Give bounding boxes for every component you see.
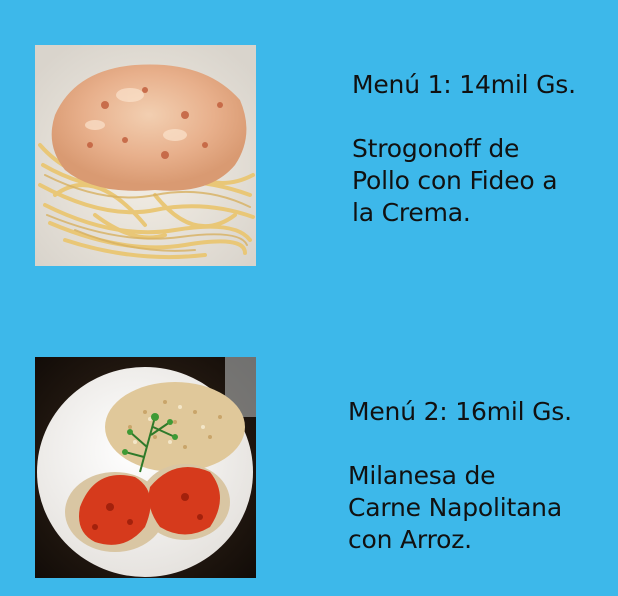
menu-2-description-line: Milanesa de: [348, 461, 496, 490]
menu-2-description-line: con Arroz.: [348, 525, 472, 554]
menu-1-price: Menú 1: 14mil Gs.: [352, 70, 576, 99]
milanesa-image: [35, 357, 256, 578]
menu-2-description: Milanesa de Carne Napolitana con Arroz.: [348, 460, 613, 556]
spaghetti-image: [35, 45, 256, 266]
menu-1-description-line: la Crema.: [352, 198, 471, 227]
menu-1-description-line: Pollo con Fideo a: [352, 166, 558, 195]
menu-1-text: Menú 1: 14mil Gs. Strogonoff de Pollo co…: [352, 69, 612, 229]
menu-2-photo: [35, 357, 256, 578]
menu-2-price: Menú 2: 16mil Gs.: [348, 397, 572, 426]
menu-2-description-line: Carne Napolitana: [348, 493, 562, 522]
menu-1-description: Strogonoff de Pollo con Fideo a la Crema…: [352, 133, 612, 229]
menu-1-description-line: Strogonoff de: [352, 134, 520, 163]
menu-1-photo: [35, 45, 256, 266]
menu-2-text: Menú 2: 16mil Gs. Milanesa de Carne Napo…: [348, 396, 613, 556]
